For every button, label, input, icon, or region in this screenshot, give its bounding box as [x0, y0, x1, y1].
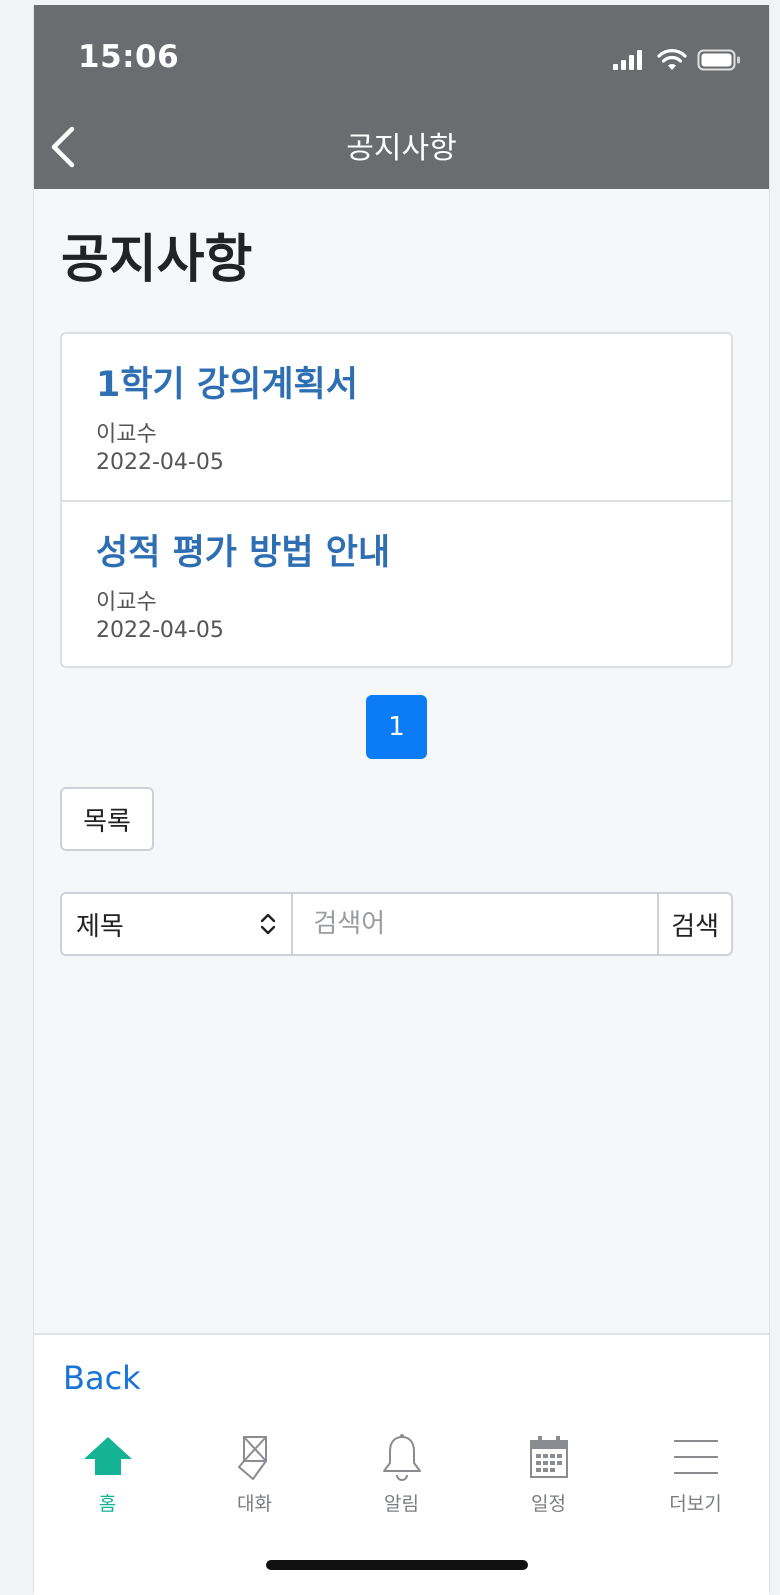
home-indicator — [266, 1560, 528, 1570]
notice-list: 1학기 강의계획서 이교수 2022-04-05 성적 평가 방법 안내 이교수… — [60, 332, 733, 668]
notice-author: 이교수 — [96, 422, 157, 447]
phone-screen: 15:06 공지사항 공지사항 1학기 강의계획서 이교수 2022-04-05… — [33, 5, 770, 1595]
tab-notifications[interactable]: 알림 — [342, 1433, 462, 1516]
bell-icon — [382, 1434, 421, 1481]
notice-author: 이교수 — [96, 590, 157, 615]
notice-title[interactable]: 성적 평가 방법 안내 — [96, 524, 390, 575]
chat-icon — [237, 1436, 267, 1480]
home-icon — [83, 1437, 132, 1475]
top-bar: 15:06 공지사항 — [34, 5, 769, 189]
list-item[interactable]: 1학기 강의계획서 이교수 2022-04-05 — [62, 334, 731, 500]
list-button[interactable]: 목록 — [60, 787, 154, 851]
status-time: 15:06 — [78, 39, 180, 75]
notice-title[interactable]: 1학기 강의계획서 — [96, 356, 358, 407]
notice-date: 2022-04-05 — [96, 450, 224, 475]
pagination-page-button[interactable]: 1 — [366, 695, 427, 759]
tab-label: 홈 — [98, 1493, 117, 1515]
battery-icon — [697, 49, 740, 71]
nav-title: 공지사항 — [346, 131, 457, 166]
tab-label: 알림 — [384, 1493, 419, 1515]
back-link[interactable]: Back — [63, 1359, 141, 1397]
notice-date: 2022-04-05 — [96, 618, 224, 643]
search-input[interactable] — [293, 894, 658, 954]
page-title: 공지사항 — [61, 230, 253, 290]
tab-home[interactable]: 홈 — [48, 1433, 168, 1516]
bottom-panel: Back 홈 대화 알림 일정 더보기 — [34, 1333, 769, 1595]
calendar-icon — [529, 1436, 568, 1478]
chevron-up-down-icon — [261, 913, 276, 935]
tab-chat[interactable]: 대화 — [195, 1433, 315, 1516]
tab-bar: 홈 대화 알림 일정 더보기 — [34, 1433, 769, 1516]
tab-label: 더보기 — [669, 1493, 722, 1515]
tab-schedule[interactable]: 일정 — [489, 1433, 609, 1516]
search-field-value: 제목 — [76, 911, 124, 942]
search-bar: 제목 검색 — [60, 892, 733, 956]
tab-label: 일정 — [531, 1493, 566, 1515]
wifi-icon — [657, 49, 687, 70]
signal-icon — [613, 50, 642, 70]
menu-icon — [673, 1440, 718, 1474]
tab-more[interactable]: 더보기 — [636, 1433, 756, 1516]
status-icons — [613, 49, 741, 71]
search-field-select[interactable]: 제목 — [62, 894, 294, 954]
list-item[interactable]: 성적 평가 방법 안내 이교수 2022-04-05 — [62, 500, 731, 666]
search-button[interactable]: 검색 — [657, 894, 731, 954]
tab-label: 대화 — [237, 1493, 272, 1515]
